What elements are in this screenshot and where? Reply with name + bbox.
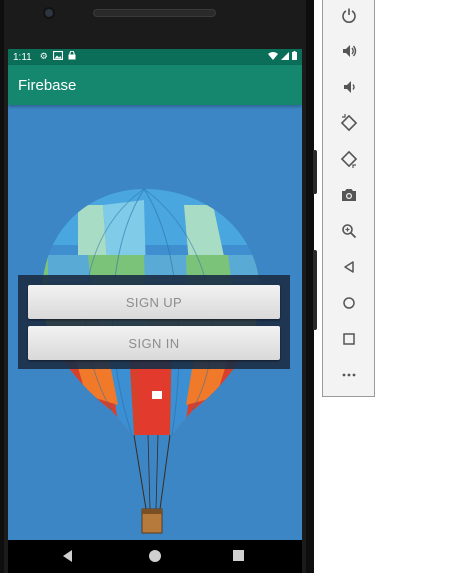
status-time: 1:11 <box>13 51 32 63</box>
side-power-key[interactable] <box>313 150 317 194</box>
power-icon[interactable] <box>337 3 361 27</box>
home-icon[interactable] <box>149 550 161 562</box>
front-camera <box>43 7 55 19</box>
volume-up-icon[interactable] <box>337 39 361 63</box>
auth-panel: SIGN UP SIGN IN <box>18 275 290 369</box>
recents-icon[interactable] <box>233 550 244 561</box>
overview-icon[interactable] <box>337 327 361 351</box>
photo-icon <box>52 50 63 63</box>
volume-down-icon[interactable] <box>337 75 361 99</box>
earpiece-speaker <box>93 9 216 17</box>
side-volume-key[interactable] <box>313 250 317 330</box>
signal-icon <box>281 51 289 63</box>
back-icon[interactable] <box>337 255 361 279</box>
home-icon[interactable] <box>337 291 361 315</box>
status-right-group <box>268 51 297 63</box>
device-screen: 1:11 ⚙ Firebase SIGN UP SIGN IN <box>8 49 302 540</box>
main-content: SIGN UP SIGN IN <box>8 105 302 540</box>
emulator-toolbar <box>322 0 375 397</box>
camera-icon[interactable] <box>337 183 361 207</box>
rotate-left-icon[interactable] <box>337 111 361 135</box>
rotate-right-icon[interactable] <box>337 147 361 171</box>
more-icon[interactable] <box>337 363 361 387</box>
lock-icon <box>68 50 76 63</box>
sign-up-button[interactable]: SIGN UP <box>28 285 280 319</box>
phone-edge-left <box>0 0 4 573</box>
battery-icon <box>292 51 297 63</box>
back-icon[interactable] <box>63 550 72 562</box>
wifi-icon <box>268 51 278 63</box>
status-bar: 1:11 ⚙ <box>8 49 302 65</box>
app-bar: Firebase <box>8 65 302 105</box>
app-title: Firebase <box>18 76 77 94</box>
sign-in-button[interactable]: SIGN IN <box>28 326 280 360</box>
android-nav-bar <box>8 540 302 573</box>
zoom-icon[interactable] <box>337 219 361 243</box>
emulator-window: 1:11 ⚙ Firebase SIGN UP SIGN IN <box>0 0 455 573</box>
settings-icon: ⚙ <box>39 51 48 62</box>
